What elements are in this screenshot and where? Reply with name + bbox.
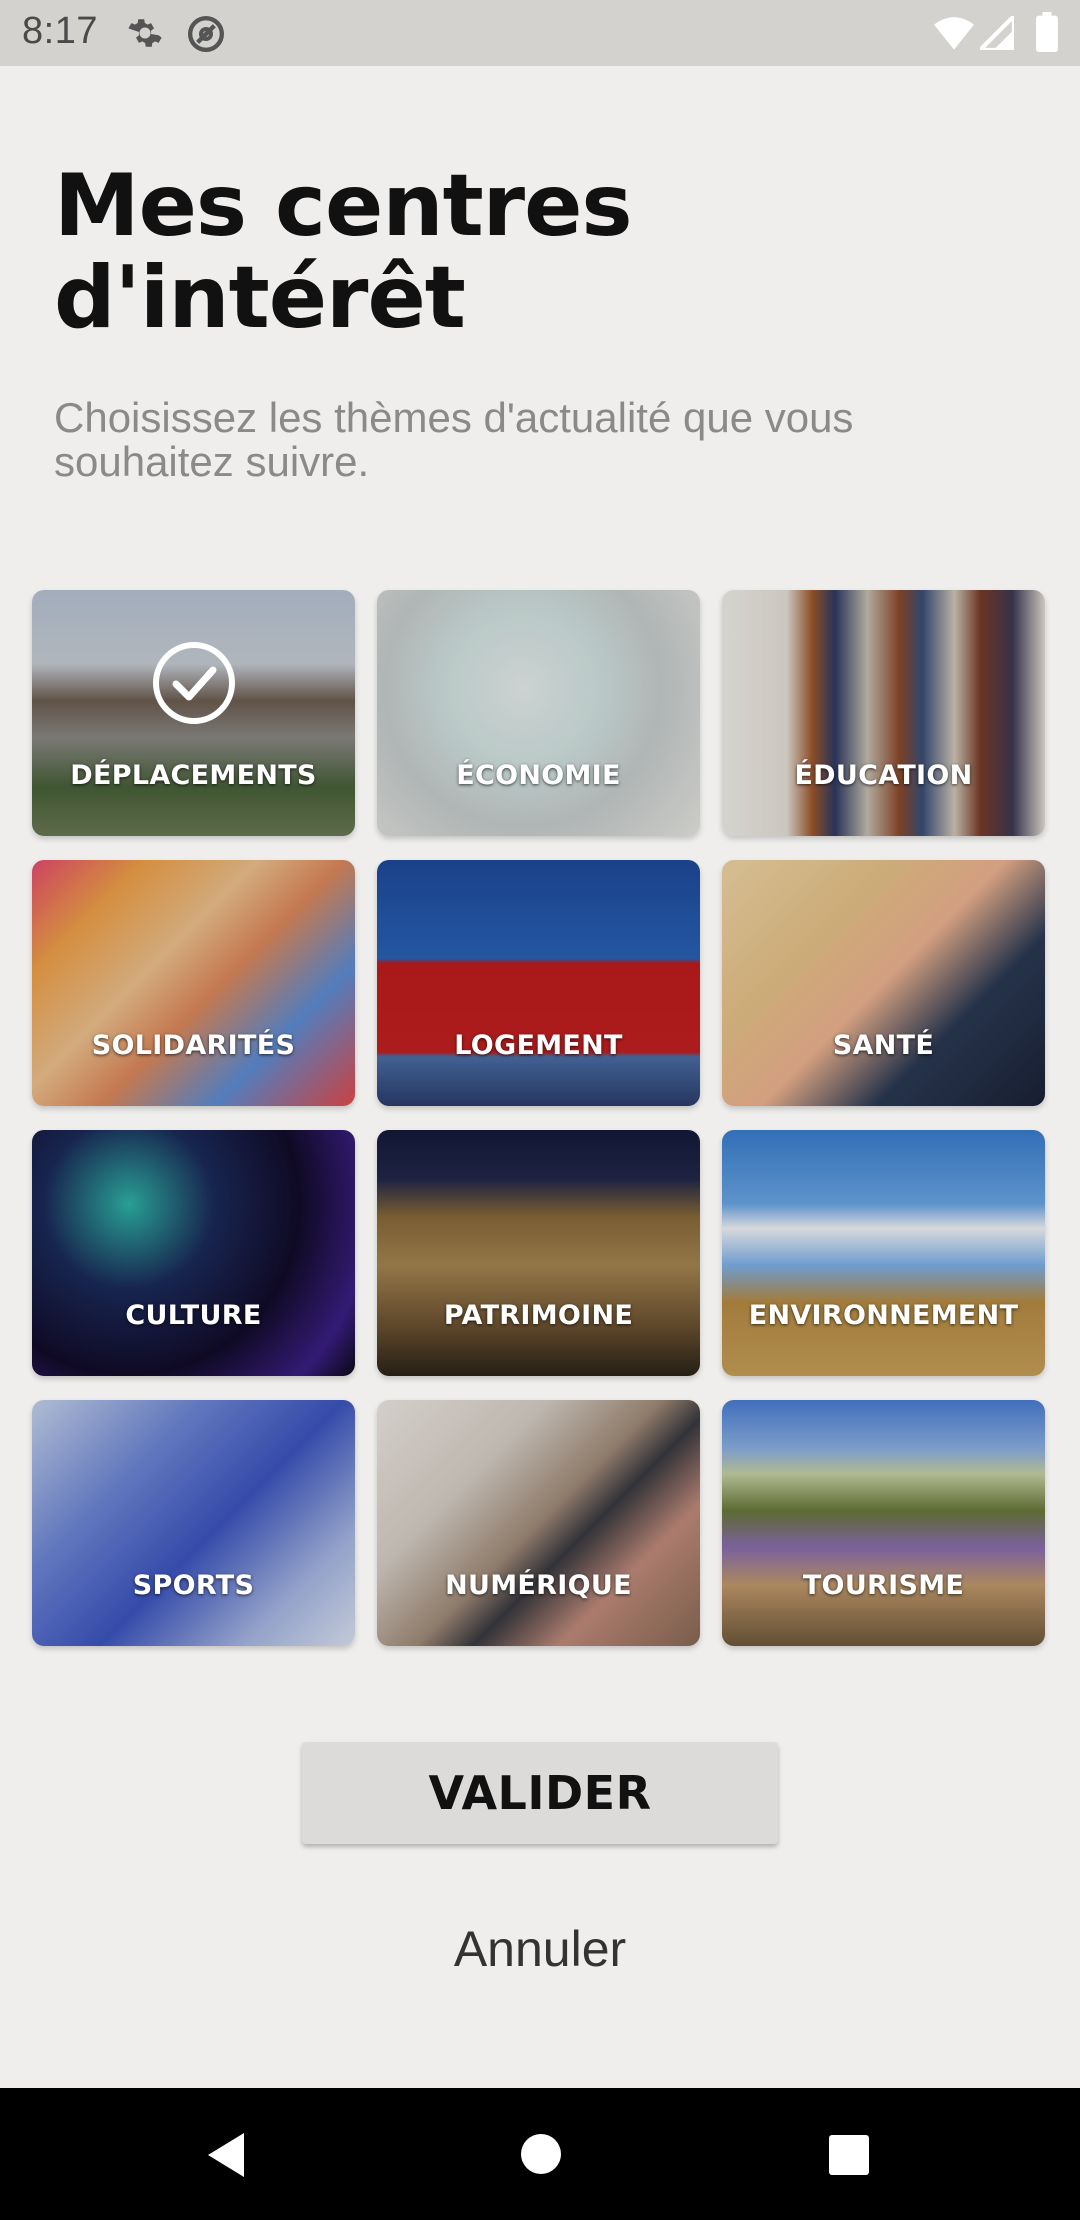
topic-tile-sante[interactable]: SANTÉ	[722, 860, 1045, 1106]
wifi-icon	[934, 16, 974, 55]
topic-label: PATRIMOINE	[443, 1300, 634, 1331]
topic-tile-environnement[interactable]: ENVIRONNEMENT	[722, 1130, 1045, 1376]
topic-tile-culture[interactable]: CULTURE	[32, 1130, 355, 1376]
topics-grid: DÉPLACEMENTS ÉCONOMIE ÉDUCATION SOLIDARI…	[32, 590, 1048, 1646]
navigation-bar	[0, 2088, 1080, 2220]
topic-tile-numerique[interactable]: NUMÉRIQUE	[377, 1400, 700, 1646]
at-sign-icon	[186, 14, 226, 59]
back-icon[interactable]	[204, 2130, 248, 2185]
page-subtitle: Choisissez les thèmes d'actualité que vo…	[54, 394, 854, 485]
topic-label: ÉCONOMIE	[456, 760, 621, 791]
topic-tile-deplacements[interactable]: DÉPLACEMENTS	[32, 590, 355, 836]
topic-label: SOLIDARITÉS	[91, 1030, 296, 1061]
topic-label: CULTURE	[125, 1300, 262, 1331]
topic-label: NUMÉRIQUE	[445, 1570, 632, 1601]
topic-tile-patrimoine[interactable]: PATRIMOINE	[377, 1130, 700, 1376]
signal-icon	[974, 10, 1017, 55]
check-circle-icon	[153, 642, 235, 724]
topic-label: SPORTS	[132, 1570, 255, 1601]
topic-tile-tourisme[interactable]: TOURISME	[722, 1400, 1045, 1646]
status-time: 8:17	[22, 10, 98, 52]
gear-icon	[126, 14, 164, 57]
topic-label: LOGEMENT	[454, 1030, 623, 1061]
topic-label: TOURISME	[802, 1570, 965, 1601]
recents-icon[interactable]	[828, 2134, 870, 2181]
home-icon[interactable]	[519, 2132, 563, 2181]
page-title: Mes centres d'intérêt	[54, 156, 633, 348]
topic-label: SANTÉ	[832, 1030, 935, 1061]
cancel-button[interactable]: Annuler	[390, 1920, 690, 1978]
topic-tile-education[interactable]: ÉDUCATION	[722, 590, 1045, 836]
topic-tile-economie[interactable]: ÉCONOMIE	[377, 590, 700, 836]
topic-tile-sports[interactable]: SPORTS	[32, 1400, 355, 1646]
topic-tile-logement[interactable]: LOGEMENT	[377, 860, 700, 1106]
topic-label: ENVIRONNEMENT	[748, 1300, 1019, 1331]
topic-label: ÉDUCATION	[794, 760, 973, 791]
battery-icon	[1036, 12, 1058, 57]
topic-tile-solidarites[interactable]: SOLIDARITÉS	[32, 860, 355, 1106]
validate-button[interactable]: VALIDER	[302, 1742, 778, 1844]
topic-label: DÉPLACEMENTS	[70, 760, 317, 791]
status-bar: 8:17	[0, 0, 1080, 66]
